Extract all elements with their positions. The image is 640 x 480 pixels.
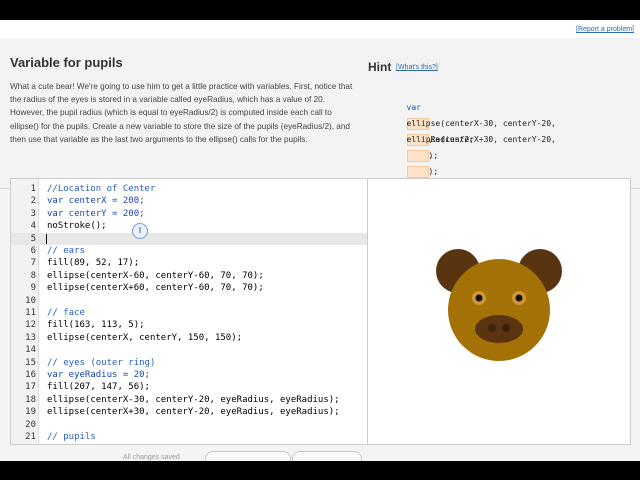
code-editor[interactable]: 1 //Location of Center 2 var centerX = 200;… <box>10 178 368 445</box>
bear-muzzle <box>475 315 523 343</box>
code-text: // face <box>47 308 85 318</box>
code-line[interactable]: 20 <box>11 419 367 431</box>
code-text: // pupils <box>47 432 96 442</box>
code-text: noStroke(); <box>47 221 107 232</box>
caret <box>46 233 47 244</box>
code-line[interactable]: 10 <box>11 295 367 307</box>
hint-text: ellipse(centerX-30, centerY-20, <box>406 119 556 128</box>
code-line[interactable]: 17 fill(207, 147, 56); <box>11 381 367 393</box>
line-number: 12 <box>25 320 36 331</box>
code-text: ellipse(centerX-30, centerY-20, eyeRadiu… <box>47 394 340 405</box>
line-number: 2 <box>30 196 36 207</box>
code-text: var eyeRadius = 20; <box>47 370 150 380</box>
code-line[interactable]: 15 // eyes (outer ring) <box>11 357 367 369</box>
action-button-right[interactable] <box>292 451 362 461</box>
hint-code: var = eyeRadius/2; ellipse(centerX-30, c… <box>368 84 556 178</box>
line-number: 3 <box>30 208 36 219</box>
challenge-header: Variable for pupils What a cute bear! We… <box>0 38 640 189</box>
bear-drawing <box>436 249 562 361</box>
code-text: var centerY = 200; <box>47 208 145 219</box>
line-number: 20 <box>25 419 36 430</box>
line-number: 21 <box>25 432 36 442</box>
code-text: ellipse(centerX, centerY, 150, 150); <box>47 332 243 343</box>
code-text: fill(207, 147, 56); <box>47 382 150 393</box>
hint-blank <box>406 149 429 162</box>
text-cursor-icon: I <box>132 223 148 239</box>
code-text: fill(163, 113, 5); <box>47 320 145 331</box>
code-line[interactable]: 13 ellipse(centerX, centerY, 150, 150); <box>11 332 367 344</box>
code-line[interactable]: 5 <box>11 232 367 245</box>
line-number: 17 <box>25 382 36 393</box>
challenge-title: Variable for pupils <box>10 55 123 70</box>
line-number: 15 <box>25 357 36 368</box>
code-text: var centerX = 200; <box>47 196 145 207</box>
hint-title: Hint <box>368 60 392 74</box>
code-text: fill(89, 52, 17); <box>47 258 140 269</box>
code-line[interactable]: 14 <box>11 344 367 356</box>
code-line[interactable]: 9 ellipse(centerX+60, centerY-60, 70, 70)… <box>11 282 367 294</box>
code-line[interactable]: 12 fill(163, 113, 5); <box>11 319 367 331</box>
code-text: ellipse(centerX-60, centerY-60, 70, 70); <box>47 270 264 281</box>
code-line[interactable]: 7 fill(89, 52, 17); <box>11 257 367 269</box>
code-line[interactable]: 3 var centerY = 200; <box>11 208 367 220</box>
line-number: 16 <box>25 370 36 380</box>
line-number: 1 <box>30 184 36 194</box>
line-number: 13 <box>25 332 36 343</box>
code-text: // eyes (outer ring) <box>47 357 156 368</box>
hint-line-1: var = eyeRadius/2; <box>368 84 556 144</box>
code-line[interactable]: 11 // face <box>11 307 367 319</box>
line-number: 8 <box>30 270 36 281</box>
line-number: 10 <box>25 295 36 306</box>
code-line[interactable]: 21 // pupils <box>11 431 367 443</box>
report-problem-link[interactable]: [Report a problem] <box>576 26 634 33</box>
code-text: ellipse(centerX+60, centerY-60, 70, 70); <box>47 283 264 294</box>
code-text: // ears <box>47 246 85 256</box>
output-canvas[interactable] <box>367 178 631 445</box>
whats-this-link[interactable]: [What's this?] <box>396 64 438 71</box>
bear-face <box>448 259 550 361</box>
challenge-description: What a cute bear! We're going to use him… <box>10 82 353 144</box>
save-status: All changes saved <box>123 454 180 461</box>
line-number: 11 <box>25 308 36 318</box>
code-line[interactable]: 18 ellipse(centerX-30, centerY-20, eyeRad… <box>11 394 367 406</box>
hint-text: ); <box>428 167 439 176</box>
hint-separator: , <box>428 151 434 160</box>
bear-nostril-right <box>502 324 510 332</box>
line-number: 19 <box>25 407 36 418</box>
line-number: 6 <box>30 246 36 256</box>
hint-keyword: var <box>406 103 421 112</box>
line-number: 5 <box>30 233 36 244</box>
top-bar: [Report a problem] <box>0 20 640 39</box>
bear-pupil-left <box>475 294 483 302</box>
hint-blank <box>406 165 429 178</box>
code-text: ellipse(centerX+30, centerY-20, eyeRadiu… <box>47 407 340 418</box>
hint-text: ellipse(centerX+30, centerY-20, <box>406 135 556 144</box>
line-number: 18 <box>25 394 36 405</box>
code-line[interactable]: 16 var eyeRadius = 20; <box>11 369 367 381</box>
line-number: 4 <box>30 221 36 232</box>
code-line[interactable]: 1 //Location of Center <box>11 183 367 195</box>
line-number: 9 <box>30 283 36 294</box>
code-text: //Location of Center <box>47 184 156 194</box>
line-number: 7 <box>30 258 36 269</box>
code-line[interactable]: 8 ellipse(centerX-60, centerY-60, 70, 70)… <box>11 270 367 282</box>
action-button-left[interactable] <box>205 451 291 461</box>
code-line[interactable]: 4 noStroke(); <box>11 220 367 232</box>
code-line[interactable]: 2 var centerX = 200; <box>11 195 367 207</box>
line-number: 14 <box>25 345 36 356</box>
code-line[interactable]: 19 ellipse(centerX+30, centerY-20, eyeRad… <box>11 406 367 418</box>
bear-nostril-left <box>488 324 496 332</box>
bear-pupil-right <box>515 294 523 302</box>
code-line[interactable]: 6 // ears <box>11 245 367 257</box>
app-screen: [Report a problem] Variable for pupils W… <box>0 20 640 461</box>
